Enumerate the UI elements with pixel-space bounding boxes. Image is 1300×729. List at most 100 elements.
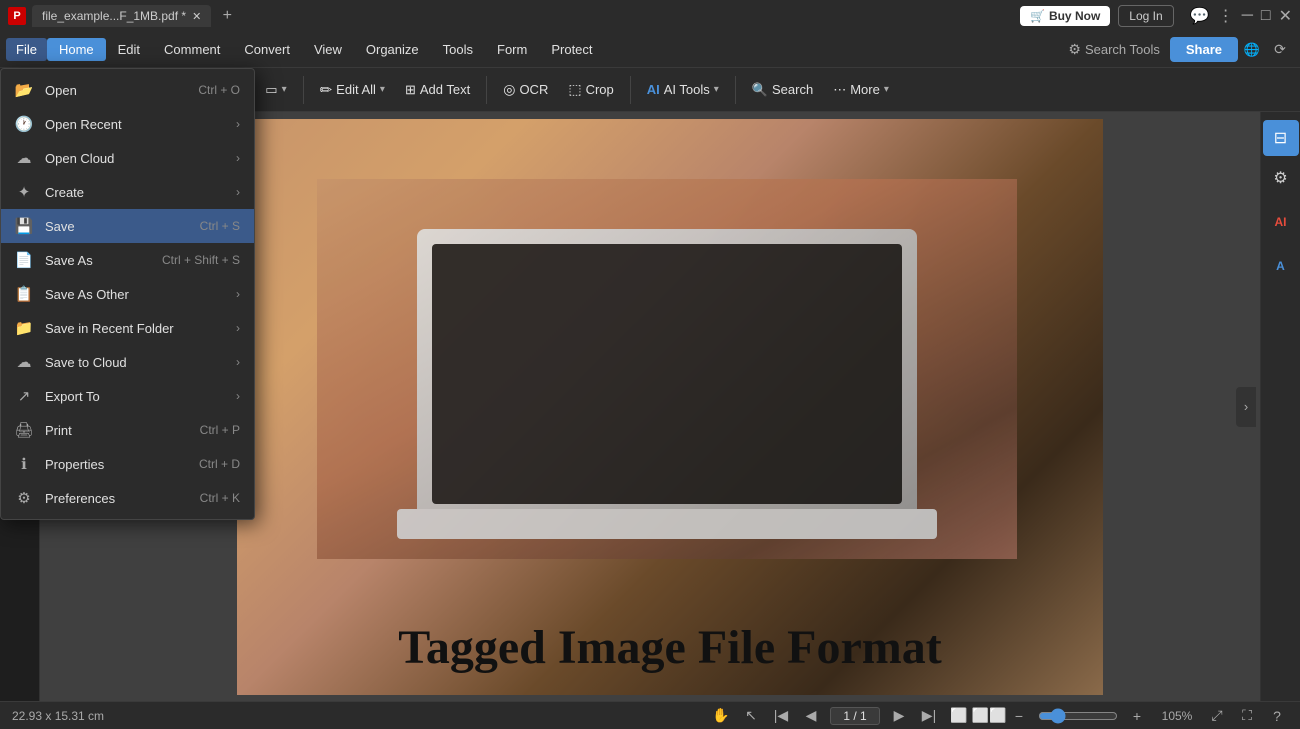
separator-5	[735, 76, 736, 104]
properties-icon: ℹ	[15, 455, 33, 473]
menu-item-properties[interactable]: ℹ Properties Ctrl + D	[1, 447, 254, 481]
more-dropdown-icon: ▾	[884, 84, 889, 95]
menu-form[interactable]: Form	[485, 38, 539, 61]
cart-icon: 🛒	[1030, 9, 1045, 23]
menu-item-save-to-cloud[interactable]: ☁ Save to Cloud ›	[1, 345, 254, 379]
log-in-button[interactable]: Log In	[1118, 5, 1173, 27]
last-page-icon[interactable]: ▶|	[918, 705, 940, 727]
menu-item-open-recent[interactable]: 🕐 Open Recent ›	[1, 107, 254, 141]
tab-title: file_example...F_1MB.pdf *	[42, 9, 186, 23]
laptop-svg	[317, 179, 1017, 559]
save-as-other-icon: 📋	[15, 285, 33, 303]
page-nav-right[interactable]: ›	[1236, 387, 1256, 427]
maximize-icon[interactable]: □	[1261, 7, 1271, 25]
create-icon: ✦	[15, 183, 33, 201]
close-tab-icon[interactable]: ✕	[192, 10, 201, 23]
ocr-button[interactable]: ◎ OCR	[495, 76, 556, 103]
next-page-icon[interactable]: ▶	[888, 705, 910, 727]
zoom-out-icon[interactable]: −	[1008, 705, 1030, 727]
menu-item-create[interactable]: ✦ Create ›	[1, 175, 254, 209]
menu-comment[interactable]: Comment	[152, 38, 232, 61]
edit-all-label: Edit All	[336, 82, 376, 97]
new-tab-button[interactable]: +	[215, 4, 239, 28]
menu-item-save-recent-folder[interactable]: 📁 Save in Recent Folder ›	[1, 311, 254, 345]
menu-item-export-to[interactable]: ↗ Export To ›	[1, 379, 254, 413]
menu-item-open[interactable]: 📂 Open Ctrl + O	[1, 73, 254, 107]
add-text-button[interactable]: ⊞ Add Text	[397, 77, 478, 103]
preferences-icon: ⚙	[15, 489, 33, 507]
ocr-label: OCR	[519, 82, 548, 97]
minimize-icon[interactable]: ─	[1242, 7, 1253, 25]
cursor-tool-icon[interactable]: ↖	[740, 705, 762, 727]
export-icon: ↗	[15, 387, 33, 405]
ai-dropdown-icon: ▾	[714, 84, 719, 95]
right-sidebar: ⊟ ⚙ AI A	[1260, 112, 1300, 701]
buy-now-button[interactable]: 🛒 Buy Now	[1020, 6, 1110, 26]
fullscreen-icon[interactable]: ⛶	[1236, 705, 1258, 727]
menu-item-preferences[interactable]: ⚙ Preferences Ctrl + K	[1, 481, 254, 515]
menu-home[interactable]: Home	[47, 38, 106, 61]
search-icon: 🔍	[752, 82, 768, 98]
menu-organize[interactable]: Organize	[354, 38, 431, 61]
prev-page-icon[interactable]: ◀	[800, 705, 822, 727]
separator-4	[630, 76, 631, 104]
two-page-icon[interactable]: ⬜⬜	[978, 705, 1000, 727]
panel-icon-layout[interactable]: ⊟	[1263, 120, 1299, 156]
first-page-icon[interactable]: |◀	[770, 705, 792, 727]
add-text-icon: ⊞	[405, 82, 416, 98]
file-menu-dropdown: 📂 Open Ctrl + O 🕐 Open Recent › ☁ Open C…	[0, 68, 255, 520]
sync-icon[interactable]: ⟳	[1266, 36, 1294, 64]
menu-file[interactable]: File	[6, 38, 47, 61]
pdf-page: Tagged Image File Format	[237, 119, 1103, 695]
panel-icon-ai2[interactable]: A	[1263, 248, 1299, 284]
print-icon: 🖨	[15, 421, 33, 439]
menu-convert[interactable]: Convert	[232, 38, 302, 61]
window-close-icon[interactable]: ✕	[1279, 6, 1292, 26]
menu-protect[interactable]: Protect	[539, 38, 604, 61]
language-icon[interactable]: 🌐	[1238, 36, 1266, 64]
single-page-icon[interactable]: ⬜	[948, 705, 970, 727]
more-options-icon[interactable]: ⋮	[1218, 6, 1234, 26]
active-tab[interactable]: file_example...F_1MB.pdf * ✕	[32, 5, 211, 27]
save-cloud-icon: ☁	[15, 353, 33, 371]
chat-icon[interactable]: 💬	[1190, 6, 1210, 26]
zoom-percent: 105%	[1156, 709, 1198, 723]
zoom-in-icon[interactable]: +	[1126, 705, 1148, 727]
fit-page-icon[interactable]: ⤢	[1206, 705, 1228, 727]
panel-icon-settings[interactable]: ⚙	[1263, 160, 1299, 196]
menu-item-save-as[interactable]: 📄 Save As Ctrl + Shift + S	[1, 243, 254, 277]
shape-dropdown-icon: ▾	[282, 84, 287, 95]
add-text-label: Add Text	[420, 82, 470, 97]
more-button[interactable]: ⋯ More ▾	[825, 77, 897, 103]
ai-icon: AI	[647, 82, 660, 97]
page-input[interactable]	[830, 707, 880, 725]
menu-tools[interactable]: Tools	[431, 38, 485, 61]
more-label: More	[850, 82, 880, 97]
help-status-icon[interactable]: ?	[1266, 705, 1288, 727]
panel-icon-ai-red[interactable]: AI	[1263, 204, 1299, 240]
hand-tool-icon[interactable]: ✋	[710, 705, 732, 727]
save-menu-icon: 💾	[15, 217, 33, 235]
cloud-open-icon: ☁	[15, 149, 33, 167]
menu-view[interactable]: View	[302, 38, 354, 61]
statusbar: 22.93 x 15.31 cm ✋ ↖ |◀ ◀ ▶ ▶| ⬜ ⬜⬜ − + …	[0, 701, 1300, 729]
more-icon: ⋯	[833, 82, 846, 98]
shape-button[interactable]: ▭ ▾	[257, 77, 294, 103]
menu-edit[interactable]: Edit	[106, 38, 152, 61]
app-icon: P	[8, 7, 26, 25]
edit-all-button[interactable]: ✏ Edit All ▾	[312, 76, 393, 104]
titlebar-actions: 💬 ⋮ ─ □ ✕	[1190, 6, 1292, 26]
shape-icon: ▭	[265, 82, 277, 98]
search-tools-button[interactable]: ⚙ Search Tools	[1058, 37, 1169, 62]
menu-item-open-cloud[interactable]: ☁ Open Cloud ›	[1, 141, 254, 175]
crop-button[interactable]: ⬚ Crop	[560, 76, 621, 103]
separator-2	[303, 76, 304, 104]
ai-tools-button[interactable]: AI AI Tools ▾	[639, 77, 727, 102]
menu-item-print[interactable]: 🖨 Print Ctrl + P	[1, 413, 254, 447]
menu-item-save[interactable]: 💾 Save Ctrl + S	[1, 209, 254, 243]
search-button[interactable]: 🔍 Search	[744, 77, 821, 103]
zoom-slider[interactable]	[1038, 708, 1118, 724]
dimensions-label: 22.93 x 15.31 cm	[12, 709, 104, 723]
share-button[interactable]: Share	[1170, 37, 1238, 62]
menu-item-save-as-other[interactable]: 📋 Save As Other ›	[1, 277, 254, 311]
